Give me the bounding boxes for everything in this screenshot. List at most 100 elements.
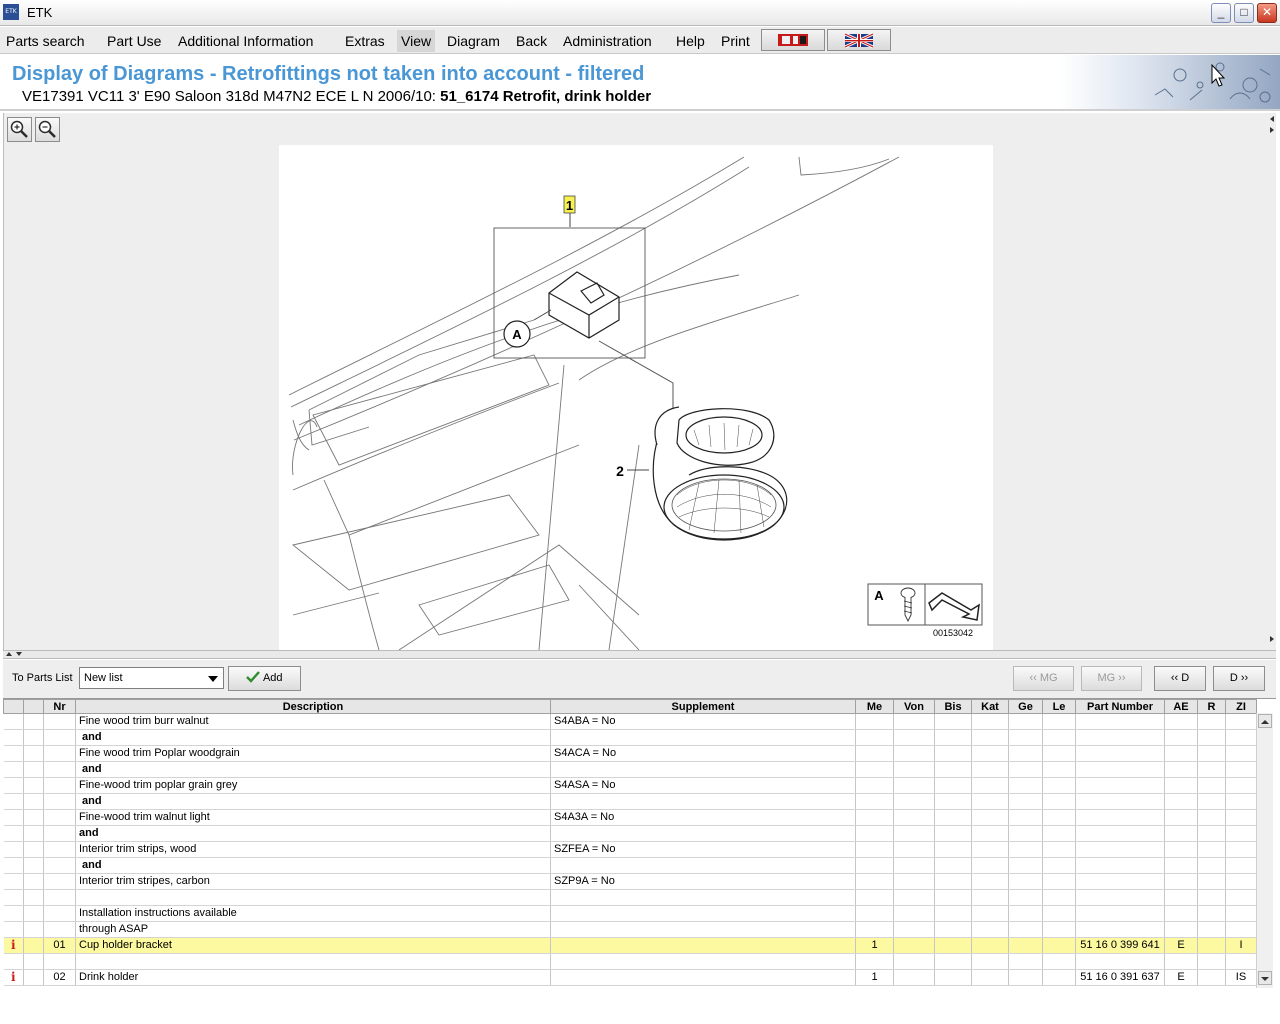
menu-administration[interactable]: Administration: [559, 30, 656, 52]
description-cell: Fine wood trim Poplar woodgrain: [75, 745, 551, 762]
bis-cell: [934, 745, 972, 762]
zoom-in-button[interactable]: [7, 117, 32, 142]
table-row[interactable]: Fine wood trim burr walnut S4ABA = No: [3, 713, 1257, 730]
r-cell: [1197, 953, 1226, 970]
menu-help[interactable]: Help: [672, 30, 709, 52]
le-column-header[interactable]: Le: [1042, 699, 1076, 714]
callout-2[interactable]: 2: [616, 463, 624, 479]
table-row[interactable]: i 01 Cup holder bracket 1 51 16 0 399 641 E I: [3, 937, 1257, 954]
ae-column-header[interactable]: AE: [1164, 699, 1198, 714]
scroll-up-button[interactable]: [1258, 714, 1272, 728]
supplement-cell: [550, 793, 856, 810]
table-row[interactable]: Fine-wood trim poplar grain grey S4ASA = …: [3, 777, 1257, 794]
menu-view[interactable]: View: [397, 30, 436, 52]
description-cell: Fine-wood trim poplar grain grey: [75, 777, 551, 794]
kat-column-header[interactable]: Kat: [971, 699, 1009, 714]
le-cell: [1042, 905, 1076, 922]
parts-diagram-drawing[interactable]: 1 A 2 A 00153042: [279, 145, 993, 650]
kat-cell: [971, 905, 1009, 922]
language-flag-button[interactable]: [761, 29, 825, 51]
nr-cell: [43, 793, 76, 810]
me-column-header[interactable]: Me: [855, 699, 894, 714]
add-button[interactable]: Add: [228, 666, 301, 691]
me-cell: [855, 713, 894, 730]
part-number-cell: [1075, 873, 1165, 890]
mark-cell: [23, 889, 44, 906]
table-row[interactable]: and: [3, 729, 1257, 746]
nr-cell: [43, 713, 76, 730]
table-row[interactable]: and: [3, 793, 1257, 810]
description-cell: [75, 889, 551, 906]
menu-part-use[interactable]: Part Use: [103, 30, 165, 52]
menu-parts-search[interactable]: Parts search: [2, 30, 89, 52]
nr-cell: [43, 729, 76, 746]
table-row[interactable]: and: [3, 857, 1257, 874]
von-column-header[interactable]: Von: [893, 699, 935, 714]
ge-cell: [1008, 969, 1043, 986]
maximize-button[interactable]: □: [1234, 3, 1254, 23]
table-row[interactable]: through ASAP: [3, 921, 1257, 938]
window-title-bar[interactable]: ETK ETK _ □ ✕: [0, 0, 1280, 26]
r-column-header[interactable]: R: [1197, 699, 1226, 714]
nr-cell: 02: [43, 969, 76, 986]
panel-splitter[interactable]: [3, 650, 1276, 659]
description-column-header[interactable]: Description: [75, 699, 551, 714]
table-row[interactable]: Interior trim strips, wood SZFEA = No: [3, 841, 1257, 858]
menu-print[interactable]: Print: [717, 30, 754, 52]
diagram-scroll-arrows[interactable]: [1268, 113, 1277, 650]
uk-flag-button[interactable]: [827, 29, 891, 51]
scroll-down-button[interactable]: [1258, 971, 1272, 985]
menu-back[interactable]: Back: [512, 30, 551, 52]
zi-column-header[interactable]: ZI: [1225, 699, 1257, 714]
window-bottom-area: [0, 988, 1280, 1024]
table-scrollbar[interactable]: [1256, 713, 1273, 988]
info-icon[interactable]: i: [3, 937, 24, 954]
minimize-button[interactable]: _: [1211, 3, 1231, 23]
r-cell: [1197, 761, 1226, 778]
menu-diagram[interactable]: Diagram: [443, 30, 504, 52]
bis-cell: [934, 809, 972, 826]
ae-cell: [1164, 857, 1198, 874]
table-row[interactable]: Fine-wood trim walnut light S4A3A = No: [3, 809, 1257, 826]
r-cell: [1197, 873, 1226, 890]
kat-cell: [971, 825, 1009, 842]
table-row[interactable]: and: [3, 761, 1257, 778]
info-icon[interactable]: i: [3, 969, 24, 986]
callout-1[interactable]: 1: [566, 198, 573, 213]
table-row[interactable]: Interior trim stripes, carbon SZP9A = No: [3, 873, 1257, 890]
part-number-column-header[interactable]: Part Number: [1075, 699, 1165, 714]
next-mg-button[interactable]: MG ››: [1081, 666, 1142, 691]
previous-diagram-button[interactable]: ‹‹ D: [1154, 666, 1206, 691]
next-diagram-button[interactable]: D ››: [1213, 666, 1265, 691]
info-icon: [3, 793, 24, 810]
von-cell: [893, 921, 935, 938]
ae-cell: E: [1164, 937, 1198, 954]
le-cell: [1042, 857, 1076, 874]
table-row[interactable]: [3, 889, 1257, 906]
nr-column-header[interactable]: Nr: [43, 699, 76, 714]
table-row[interactable]: [3, 953, 1257, 970]
menu-extras[interactable]: Extras: [341, 30, 389, 52]
parts-list-select[interactable]: New list: [79, 667, 224, 689]
bis-column-header[interactable]: Bis: [934, 699, 972, 714]
table-row[interactable]: and: [3, 825, 1257, 842]
supplement-column-header[interactable]: Supplement: [550, 699, 856, 714]
table-row[interactable]: Installation instructions available: [3, 905, 1257, 922]
me-cell: [855, 745, 894, 762]
info-icon: [3, 953, 24, 970]
kat-cell: [971, 777, 1009, 794]
callout-a[interactable]: A: [512, 327, 522, 342]
previous-mg-button[interactable]: ‹‹ MG: [1013, 666, 1074, 691]
table-row[interactable]: i 02 Drink holder 1 51 16 0 391 637 E IS: [3, 969, 1257, 986]
ge-cell: [1008, 793, 1043, 810]
le-cell: [1042, 841, 1076, 858]
info-column-header[interactable]: [3, 699, 24, 714]
zoom-out-button[interactable]: [35, 117, 60, 142]
mark-column-header[interactable]: [23, 699, 44, 714]
close-button[interactable]: ✕: [1257, 3, 1277, 23]
menu-additional-information[interactable]: Additional Information: [174, 30, 317, 52]
part-number-cell: [1075, 921, 1165, 938]
ge-column-header[interactable]: Ge: [1008, 699, 1043, 714]
table-row[interactable]: Fine wood trim Poplar woodgrain S4ACA = N…: [3, 745, 1257, 762]
ge-cell: [1008, 809, 1043, 826]
